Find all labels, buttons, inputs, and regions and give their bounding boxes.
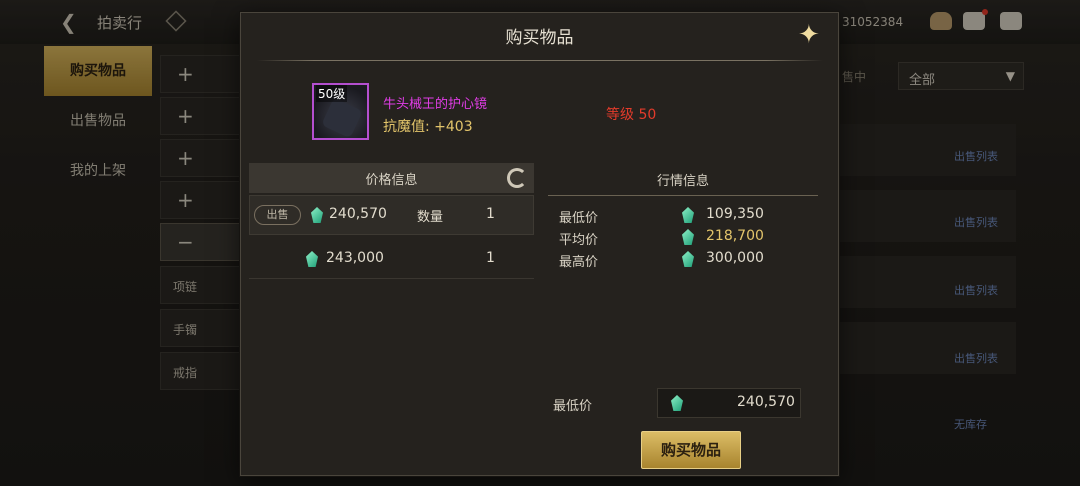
max-price-label: 最高价 [559, 255, 599, 270]
close-button[interactable]: ✦ [798, 22, 828, 48]
buy-button[interactable]: 购买物品 [641, 431, 741, 469]
armor-icon [321, 97, 363, 139]
max-price-value: 300,000 [706, 250, 764, 266]
avg-price-value: 218,700 [706, 228, 764, 244]
avg-price-label: 平均价 [559, 233, 599, 248]
sell-badge: 出售 [254, 205, 301, 225]
refresh-icon[interactable] [507, 168, 527, 188]
title-divider [257, 60, 823, 61]
market-divider [548, 195, 818, 196]
item-name: 牛头械王的护心镜 [383, 97, 488, 112]
item-icon[interactable]: 50级 [312, 83, 369, 140]
buy-price-value: 240,570 [737, 394, 795, 410]
market-info-title: 行情信息 [656, 174, 709, 189]
listing-price[interactable]: 243,000 [326, 250, 384, 266]
min-price-label: 最低价 [559, 211, 599, 226]
listing-price: 240,570 [329, 206, 387, 222]
price-divider [249, 278, 534, 279]
item-stat: 抗魔值: +403 [383, 119, 473, 135]
buy-min-price-label: 最低价 [553, 399, 593, 414]
item-level-badge: 50级 [316, 85, 348, 102]
quantity-label: 数量 [417, 210, 444, 225]
item-level-requirement: 等级 50 [606, 107, 657, 123]
min-price-value: 109,350 [706, 206, 764, 222]
listing-quantity: 1 [486, 250, 495, 266]
listing-quantity: 1 [486, 206, 495, 222]
close-icon: ✦ [798, 20, 820, 50]
price-info-header: 价格信息 [249, 163, 534, 193]
modal-title: 购买物品 [505, 28, 574, 48]
price-info-title: 价格信息 [365, 173, 418, 188]
